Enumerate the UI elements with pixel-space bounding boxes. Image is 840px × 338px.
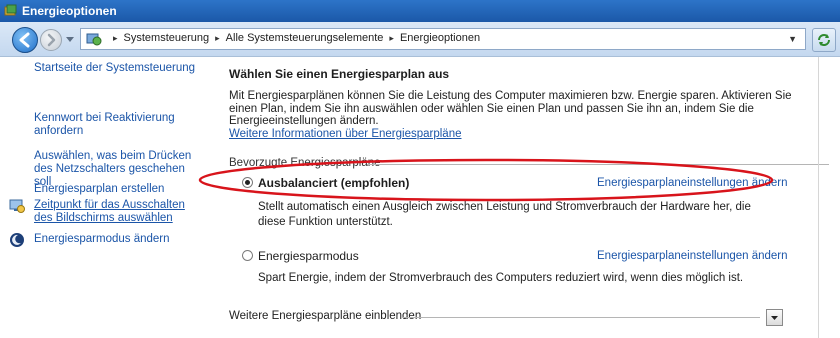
sidebar-item-sleep-mode[interactable]: Energiesparmodus ändern (34, 233, 202, 246)
plan-power-saver-description: Spart Energie, indem der Stromverbrauch … (258, 272, 744, 284)
sidebar-item-display-off[interactable]: Zeitpunkt für das Ausschalten des Bildsc… (34, 199, 202, 225)
moon-icon (9, 232, 25, 248)
page-title: Wählen Sie einen Energiesparplan aus (229, 67, 450, 81)
monitor-icon (9, 198, 25, 214)
expand-plans-button[interactable] (766, 309, 783, 326)
refresh-button[interactable] (812, 28, 836, 52)
divider (818, 57, 819, 338)
chevron-down-icon (771, 316, 778, 320)
intro-text: Mit Energiesparplänen können Sie die Lei… (229, 90, 804, 140)
window-title: Energieoptionen (22, 4, 117, 18)
sidebar-item-create-plan[interactable]: Energiesparplan erstellen (34, 183, 202, 196)
chevron-right-icon[interactable]: ▸ (113, 33, 118, 44)
chevron-right-icon[interactable]: ▸ (215, 33, 220, 44)
more-info-link[interactable]: Weitere Informationen über Energiesparpl… (229, 128, 461, 140)
sidebar: Startseite der Systemsteuerung Kennwort … (0, 57, 210, 338)
back-button[interactable] (12, 27, 38, 53)
show-more-plans-label[interactable]: Weitere Energiesparpläne einblenden (229, 310, 421, 322)
breadcrumb-item[interactable]: Energieoptionen (400, 32, 480, 44)
plan-power-saver-settings-link[interactable]: Energiesparplaneinstellungen ändern (597, 250, 788, 262)
forward-button[interactable] (40, 29, 62, 51)
breadcrumb-item[interactable]: Systemsteuerung (124, 32, 210, 44)
address-dropdown-icon[interactable]: ▼ (788, 34, 797, 44)
intro-paragraph: Mit Energiesparplänen können Sie die Lei… (229, 90, 792, 127)
breadcrumb-item[interactable]: Alle Systemsteuerungselemente (226, 32, 384, 44)
breadcrumb: ▸ Systemsteuerung ▸ Alle Systemsteuerung… (107, 32, 480, 44)
navigation-bar: ▸ Systemsteuerung ▸ Alle Systemsteuerung… (0, 22, 840, 57)
plan-power-saver-radio[interactable] (242, 250, 253, 261)
sidebar-item-control-panel-home[interactable]: Startseite der Systemsteuerung (34, 62, 202, 75)
title-bar: Energieoptionen (0, 0, 840, 22)
address-bar[interactable]: ▸ Systemsteuerung ▸ Alle Systemsteuerung… (80, 28, 806, 50)
divider (402, 317, 760, 318)
plan-power-saver-name[interactable]: Energiesparmodus (258, 249, 359, 263)
sidebar-item-require-password[interactable]: Kennwort bei Reaktivierung anfordern (34, 112, 202, 138)
arrow-right-icon (47, 33, 56, 47)
recent-pages-chevron-icon[interactable] (66, 37, 74, 43)
chevron-right-icon[interactable]: ▸ (389, 33, 394, 44)
plan-balanced-description: Stellt automatisch einen Ausgleich zwisc… (258, 201, 751, 228)
control-panel-icon (86, 32, 102, 46)
arrow-left-icon (19, 32, 30, 48)
highlight-ellipse (198, 158, 774, 202)
refresh-icon (818, 34, 830, 46)
power-options-icon (4, 4, 18, 18)
